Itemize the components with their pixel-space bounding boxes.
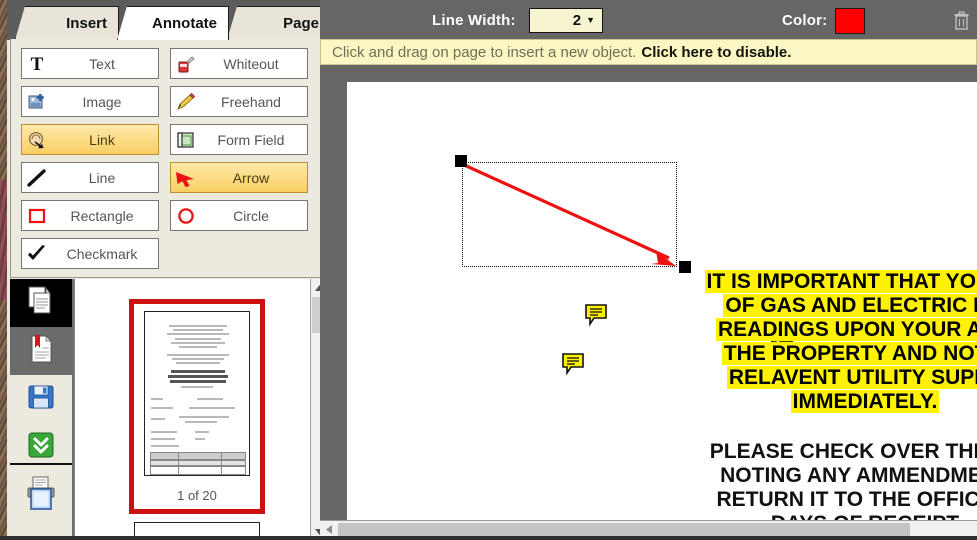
tool-arrow[interactable]: Arrow [170,162,308,193]
thumbnail-pane[interactable]: 1 of 20 [74,279,310,540]
arrow-annotation[interactable] [452,152,692,277]
rail-item-new-doc[interactable] [10,475,72,523]
highlighted-line: OF GAS AND ELECTRIC ME [723,294,977,317]
trash-icon[interactable] [947,6,975,36]
insert-object-hint-text: Click and drag on page to insert a new o… [332,43,637,61]
tool-arrow-label: Arrow [232,169,270,186]
rail-item-save[interactable] [10,375,72,423]
new-doc-icon [27,483,55,516]
plain-line: NOTING ANY AMMENDMENT [720,464,977,487]
tab-annotate[interactable]: Annotate [117,6,229,40]
highlighted-line: THE PROPERTY AND NOTIF [721,342,977,365]
tool-freehand[interactable]: Freehand [170,86,308,117]
insert-object-hint-bar[interactable]: Click and drag on page to insert a new o… [320,39,977,65]
highlighted-line: IMMEDIATELY. [790,390,940,413]
horizontal-scrollbar-thumb[interactable] [338,523,910,536]
tool-whiteout[interactable]: Whiteout [170,48,308,79]
document-page[interactable]: IT IS IMPORTANT THAT YOU TA OF GAS AND E… [347,82,977,520]
annotation-tool-palette: T Text Whiteout Image Freehand Link Form… [10,39,321,278]
line-width-select[interactable]: 2 ▼ [529,8,603,33]
circle-icon [171,201,201,230]
link-icon [22,125,52,154]
plain-line: PLEASE CHECK OVER THIS IN [709,440,977,463]
plain-line: RETURN IT TO THE OFFICE V [716,488,977,511]
highlighted-line: RELAVENT UTILITY SUPPL [726,366,977,389]
tool-line[interactable]: Line [21,162,159,193]
tool-whiteout-label: Whiteout [223,55,279,72]
disable-hint-link[interactable]: Click here to disable. [641,44,791,61]
tool-form-field-label: Form Field [217,131,285,148]
chevron-down-icon: ▼ [586,15,595,25]
tool-link[interactable]: Link [21,124,159,155]
tool-circle-label: Circle [233,207,269,224]
form-field-icon [171,125,201,154]
pages-icon [27,286,55,321]
arrow-icon [171,163,201,192]
tool-text[interactable]: T Text [21,48,159,79]
text-T-icon: T [22,49,52,78]
arrow-handle-start[interactable] [455,155,467,167]
comment-pin[interactable] [561,352,585,376]
document-viewport[interactable]: IT IS IMPORTANT THAT YOU TA OF GAS AND E… [320,65,977,520]
color-swatch-button[interactable] [835,8,865,34]
thumbnail-page-1[interactable]: 1 of 20 [129,299,265,514]
pdf-editor-window: Insert Annotate Page Line Width: 2 ▼ Col… [7,0,977,540]
rectangle-icon [22,201,52,230]
tool-checkmark[interactable]: Checkmark [21,238,159,269]
tool-image-label: Image [82,93,122,110]
highlighted-paragraph: IT IS IMPORTANT THAT YOU TA OF GAS AND E… [675,270,977,414]
pencil-icon [171,87,201,116]
thumbnail-page-1-caption: 1 of 20 [177,488,217,503]
tab-bar: Insert Annotate Page [7,0,331,40]
tool-image[interactable]: Image [21,86,159,117]
line-width-value: 2 [572,12,582,29]
tool-checkmark-label: Checkmark [66,245,138,262]
comment-pin[interactable] [584,303,608,327]
window-bottom-edge [0,536,977,540]
left-icon-rail [10,279,74,540]
tab-insert-label: Insert [66,15,107,32]
tab-page-label: Page [283,15,319,32]
line-icon [22,163,52,192]
line-width-label: Line Width: [432,12,516,29]
tool-link-label: Link [89,131,115,148]
tab-page[interactable]: Page [227,6,331,40]
tool-line-label: Line [88,169,116,186]
tab-insert[interactable]: Insert [15,6,119,40]
thumbnail-page-1-preview [144,311,250,476]
color-label: Color: [782,12,828,29]
plain-line: DAYS OF RECEIPT [675,512,977,520]
tool-text-label: Text [89,55,115,72]
highlighted-line: READINGS UPON YOUR ARR [715,318,977,341]
whiteout-icon [171,49,201,78]
annotation-toolbar: Line Width: 2 ▼ Color: [320,0,977,40]
plain-paragraph: PLEASE CHECK OVER THIS IN NOTING ANY AMM… [675,440,977,520]
save-disk-icon [27,383,55,416]
svg-text:T: T [31,54,44,74]
image-icon [22,87,52,116]
tool-freehand-label: Freehand [221,93,281,110]
highlighted-line: IT IS IMPORTANT THAT YOU TA [704,270,977,293]
tab-annotate-label: Annotate [152,15,217,32]
rail-item-bookmarks[interactable] [10,327,72,375]
tool-circle[interactable]: Circle [170,200,308,231]
checkmark-icon [22,239,52,268]
bookmark-icon [28,334,54,369]
download-icon [27,431,55,464]
tool-rectangle-label: Rectangle [70,207,134,224]
tool-form-field[interactable]: Form Field [170,124,308,155]
tool-rectangle[interactable]: Rectangle [21,200,159,231]
rail-item-pages[interactable] [10,279,72,327]
rail-divider [10,463,72,465]
